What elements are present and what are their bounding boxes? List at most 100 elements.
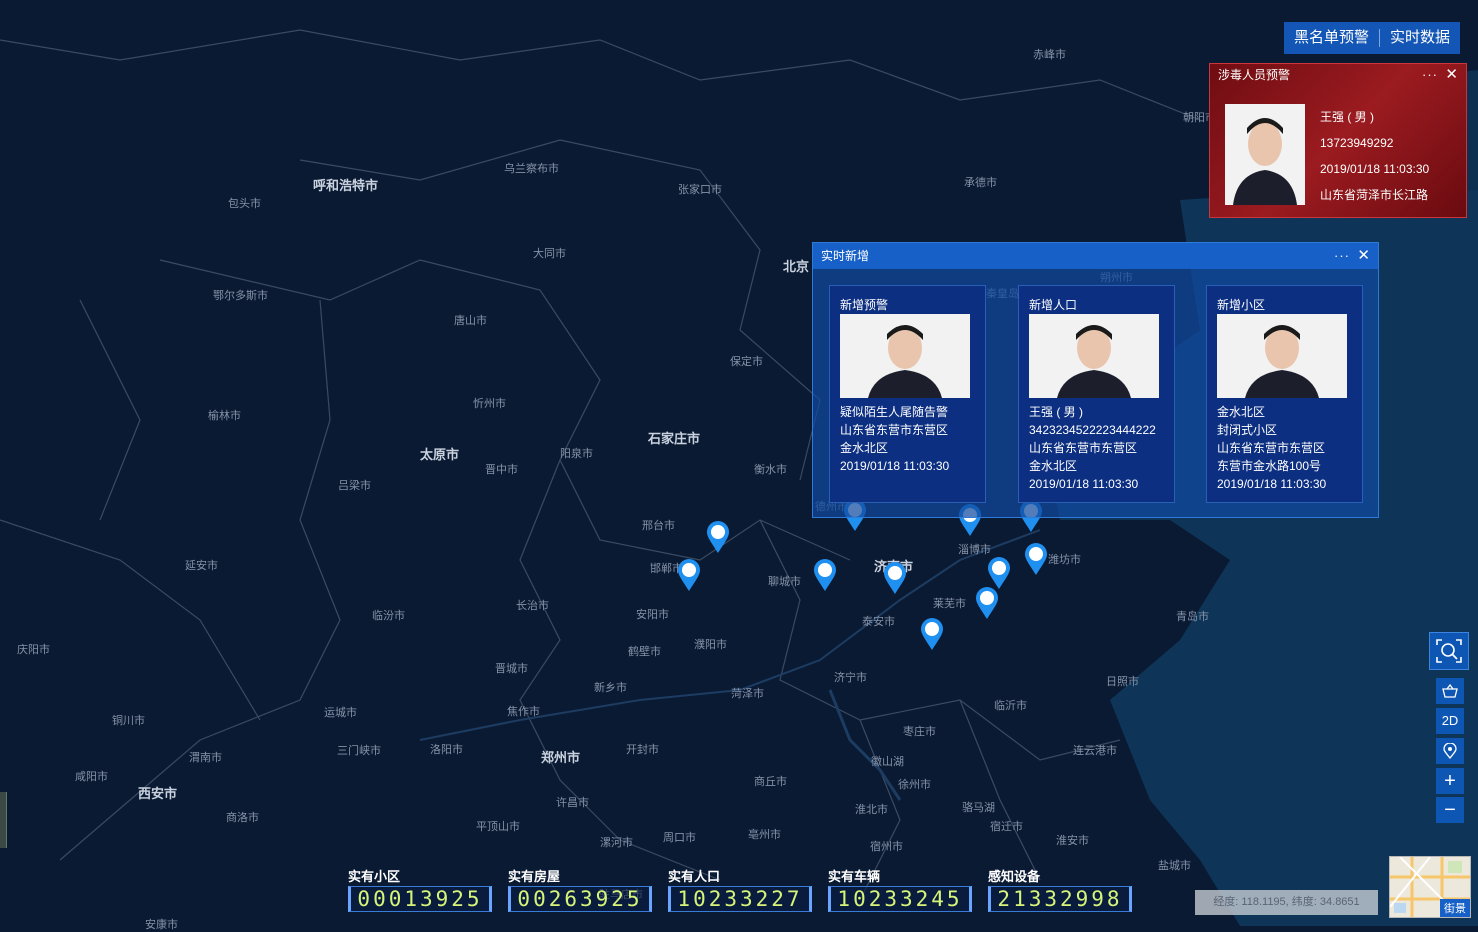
card-photo	[1029, 314, 1159, 398]
city-label: 临汾市	[372, 610, 405, 622]
alert-info: 王强 ( 男 ) 13723949292 2019/01/18 11:03:30…	[1320, 104, 1429, 208]
city-label: 大同市	[533, 248, 566, 260]
close-icon[interactable]: ✕	[1445, 64, 1458, 86]
city-label: 忻州市	[473, 398, 506, 410]
city-label-major: 太原市	[420, 447, 460, 462]
city-label-major: 北京	[783, 259, 810, 274]
city-label: 许昌市	[556, 797, 589, 809]
stat-block: 实有车辆 10233245	[828, 866, 972, 912]
city-label: 亳州市	[748, 829, 781, 841]
city-label: 临沂市	[994, 700, 1027, 712]
realtime-new-panel: 实时新增 ··· ✕ 新增预警 疑似陌生人尾随告警 山东省东营市东营区 金水北区 201…	[812, 242, 1379, 518]
person-name: 王强 ( 男 )	[1320, 110, 1374, 124]
street-view-thumbnail[interactable]: 街景	[1389, 856, 1471, 918]
stat-block: 实有小区 00013925	[348, 866, 492, 912]
tab-realtime-data[interactable]: 实时数据	[1380, 22, 1460, 54]
city-label: 邢台市	[642, 520, 675, 532]
alert-panel-header: 涉毒人员预警 ··· ✕	[1210, 64, 1466, 86]
city-label: 阳泉市	[560, 448, 593, 460]
city-label: 商丘市	[754, 776, 787, 788]
stat-counter: 10233227	[668, 886, 812, 912]
realtime-card[interactable]: 新增人口 王强 ( 男 ) 342323452222344422​2 山东省东营市东营…	[1018, 285, 1175, 503]
city-label: 淮北市	[855, 804, 888, 816]
city-label: 焦作市	[507, 706, 540, 718]
city-label: 赤峰市	[1033, 49, 1066, 61]
realtime-card[interactable]: 新增小区 金水北区 封闭式小区 山东省东营市东营区 东营市金水路100号 2019/01/…	[1206, 285, 1363, 503]
city-label-major: 西安市	[138, 786, 178, 801]
city-label: 聊城市	[768, 576, 801, 588]
city-label: 枣庄市	[903, 726, 936, 738]
city-label: 包头市	[228, 198, 261, 210]
city-label: 淄博市	[958, 544, 991, 556]
city-label: 淮安市	[1056, 835, 1089, 847]
alert-time: 2019/01/18 11:03:30	[1320, 162, 1430, 176]
map-pin-icon[interactable]	[677, 558, 701, 592]
zoom-out-button[interactable]: −	[1436, 797, 1464, 823]
map-pin-icon[interactable]	[920, 617, 944, 651]
map-pin-icon[interactable]	[706, 520, 730, 554]
stat-label: 实有房屋	[508, 869, 561, 884]
card-line: 2019/01/18 11:03:30	[1029, 477, 1139, 491]
locate-button[interactable]	[1436, 738, 1464, 764]
city-label: 泰安市	[862, 616, 895, 628]
city-label: 济宁市	[834, 672, 867, 684]
city-label: 宿迁市	[990, 821, 1023, 833]
map-pin-icon[interactable]	[1024, 542, 1048, 576]
city-label: 濮阳市	[694, 639, 727, 651]
stat-block: 实有房屋 00263925	[508, 866, 652, 912]
city-label: 晋中市	[485, 464, 518, 476]
basket-button[interactable]	[1436, 678, 1464, 704]
person-photo	[1225, 104, 1305, 205]
region-search-button[interactable]	[1429, 632, 1469, 670]
stat-block: 实有人口 10233227	[668, 866, 812, 912]
card-title: 新增小区	[1217, 298, 1266, 312]
map-pin-icon[interactable]	[813, 558, 837, 592]
more-icon[interactable]: ···	[1334, 243, 1350, 269]
stat-label: 感知设备	[988, 869, 1041, 884]
map-pin-icon[interactable]	[883, 561, 907, 595]
city-label: 徐州市	[898, 779, 931, 791]
realtime-card[interactable]: 新增预警 疑似陌生人尾随告警 山东省东营市东营区 金水北区 2019/01/18 11:…	[829, 285, 986, 503]
stat-counter: 10233245	[828, 886, 972, 912]
tab-blacklist-warning[interactable]: 黑名单预警	[1284, 22, 1379, 54]
city-label: 安阳市	[636, 609, 669, 621]
mode-2d-button[interactable]: 2D	[1436, 708, 1464, 734]
city-label: 乌兰察布市	[504, 163, 559, 175]
city-label: 新乡市	[594, 682, 627, 694]
card-line: 山东省东营市东营区	[840, 423, 949, 437]
city-label: 徽山湖	[871, 756, 904, 768]
card-line: 封闭式小区	[1217, 423, 1278, 437]
left-edge-handle[interactable]	[0, 792, 7, 848]
frame-search-icon	[1436, 639, 1462, 663]
zoom-in-button[interactable]: +	[1436, 768, 1464, 794]
card-line: 山东省东营市东营区	[1217, 441, 1326, 455]
city-label-major: 郑州市	[541, 750, 581, 765]
card-line: 山东省东营市东营区	[1029, 441, 1138, 455]
card-line: 金水北区	[1029, 459, 1078, 473]
card-line: 2019/01/18 11:03:30	[840, 459, 950, 473]
city-label: 鹤壁市	[628, 646, 661, 658]
realtime-panel-header: 实时新增 ··· ✕	[813, 243, 1378, 269]
alert-panel-title: 涉毒人员预警	[1218, 68, 1291, 82]
basket-icon	[1442, 683, 1458, 698]
map-pin-icon[interactable]	[975, 586, 999, 620]
city-label: 三门峡市	[337, 745, 381, 757]
realtime-panel-title: 实时新增	[821, 249, 870, 263]
city-label: 铜川市	[112, 715, 145, 727]
card-photo	[840, 314, 970, 398]
city-label: 盐城市	[1158, 860, 1191, 872]
close-icon[interactable]: ✕	[1357, 243, 1370, 269]
card-title: 新增预警	[840, 298, 889, 312]
map-pin-icon[interactable]	[987, 556, 1011, 590]
city-label: 运城市	[324, 707, 357, 719]
city-label: 长治市	[516, 600, 549, 612]
card-line: 金水北区	[840, 441, 889, 455]
card-line: 342323452222344422​2	[1029, 423, 1156, 437]
city-label: 延安市	[185, 560, 218, 572]
city-label: 日照市	[1106, 676, 1139, 688]
city-label: 潍坊市	[1048, 554, 1081, 566]
alert-address: 山东省菏泽市长江路	[1320, 188, 1429, 202]
city-label: 衡水市	[754, 464, 787, 476]
card-details: 王强 ( 男 ) 342323452222344422​2 山东省东营市东营区 金水北…	[1029, 403, 1156, 493]
more-icon[interactable]: ···	[1422, 64, 1438, 86]
